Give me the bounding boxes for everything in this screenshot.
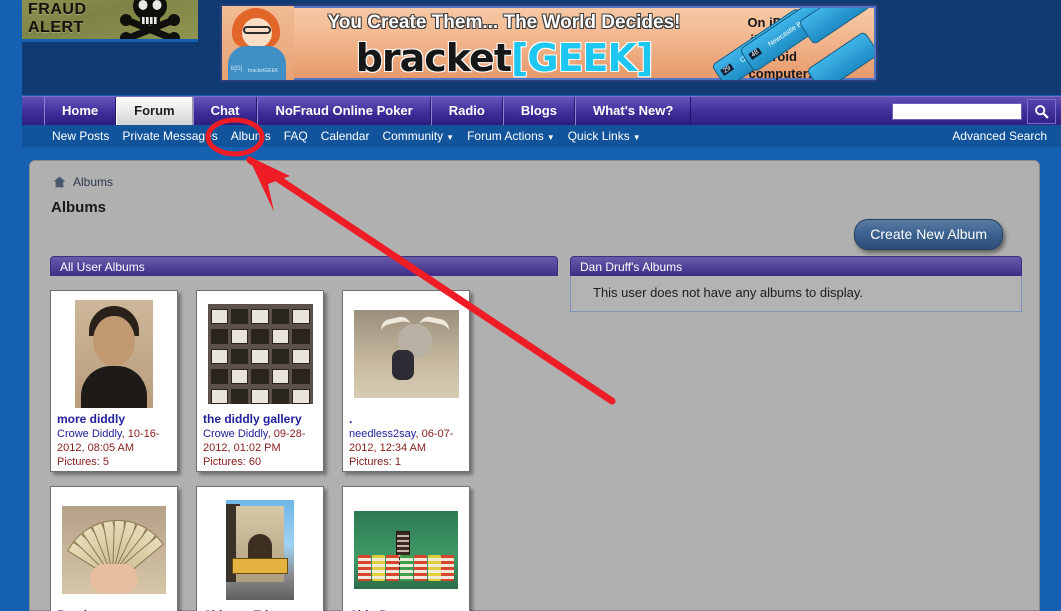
user-albums-panel: Dan Druff's Albums This user does not ha… (570, 256, 1022, 312)
album-title[interactable]: . (349, 412, 463, 426)
album-title[interactable]: the diddly gallery (203, 412, 317, 426)
banner-phone-graphics: 29Cerveza Tijuana 48Newcastle Brown Ale (704, 8, 874, 80)
chevron-down-icon: ▼ (446, 133, 455, 142)
theater-thumb-icon (226, 500, 294, 600)
album-owner[interactable]: Crowe Diddly (57, 428, 122, 440)
subnav-link-private-messages[interactable]: Private Messages (122, 129, 217, 143)
brand-close-bracket: ] (635, 36, 653, 80)
breadcrumb: Albums (53, 175, 113, 189)
nav-tab-blogs[interactable]: Blogs (502, 97, 575, 126)
album-thumbnail[interactable] (349, 299, 463, 409)
album-picture-count: Pictures: 1 (349, 456, 401, 468)
skull-crossbones-icon (120, 0, 180, 39)
money-thumb-icon (62, 506, 166, 594)
subnav-link-community[interactable]: Community ▼ (382, 129, 454, 143)
secondary-navigation: New Posts Private Messages Albums FAQ Ca… (0, 125, 1061, 147)
album-card[interactable]: . needless2say, 06-07-2012, 12:34 AM Pic… (342, 290, 470, 472)
user-albums-empty-message: This user does not have any albums to di… (570, 276, 1022, 312)
subnav-link-forum-actions[interactable]: Forum Actions ▼ (467, 129, 555, 143)
subnav-link-quick-links[interactable]: Quick Links ▼ (568, 129, 641, 143)
portrait-thumb-icon (75, 300, 153, 408)
album-title[interactable]: more diddly (57, 412, 171, 426)
subnav-forum-actions-label: Forum Actions (467, 129, 544, 143)
search-button[interactable] (1027, 99, 1056, 124)
brand-geek: GEEK (527, 36, 637, 80)
search-input[interactable] (892, 103, 1022, 120)
user-albums-heading: Dan Druff's Albums (570, 256, 1022, 276)
subnav-link-faq[interactable]: FAQ (284, 129, 308, 143)
all-user-albums-heading: All User Albums (50, 256, 558, 276)
chips-thumb-icon (354, 511, 458, 589)
nav-tab-forum[interactable]: Forum (116, 97, 193, 126)
left-page-margin (0, 0, 22, 611)
album-card[interactable]: more diddly Crowe Diddly, 10-16-2012, 08… (50, 290, 178, 472)
chevron-down-icon: ▼ (546, 133, 555, 142)
album-meta: needless2say, 06-07-2012, 12:34 AM (349, 428, 454, 454)
banner-tagline: You Create Them... The World Decides! (327, 12, 681, 33)
album-card[interactable]: Chip Porn PLOL, 03-06-2012, (342, 486, 470, 611)
advanced-search-link[interactable]: Advanced Search (952, 125, 1047, 147)
nav-tab-chat[interactable]: Chat (192, 97, 258, 126)
album-picture-count: Pictures: 5 (57, 456, 109, 468)
page-title: Albums (51, 199, 107, 216)
nav-tab-home[interactable]: Home (44, 97, 117, 126)
magnifier-icon (1035, 105, 1049, 119)
phone-number-0: 29 (720, 63, 734, 76)
create-new-album-button[interactable]: Create New Album (854, 219, 1003, 250)
site-logo-line2: ALERT (28, 19, 84, 36)
site-logo-text: FRAUD ALERT (28, 1, 87, 37)
album-card[interactable]: Chicago Trip (196, 486, 324, 611)
forum-page: FRAUD ALERT b[G] bracketGEEK You Create … (0, 0, 1061, 611)
album-thumbnail[interactable] (203, 495, 317, 605)
album-picture-count: Pictures: 60 (203, 456, 262, 468)
banner-brand-logo: bracket[GEEK] (314, 36, 694, 80)
album-card[interactable]: the diddly gallery Crowe Diddly, 09-28-2… (196, 290, 324, 472)
chevron-down-icon: ▼ (632, 133, 641, 142)
banner-mascot-illustration: b[G] bracketGEEK (222, 6, 294, 80)
mascot-shirt-tag-left: b[G] (231, 66, 243, 72)
subnav-quick-links-label: Quick Links (567, 129, 630, 143)
bull-thumb-icon (353, 310, 459, 398)
subnav-link-calendar[interactable]: Calendar (321, 129, 370, 143)
album-meta: Crowe Diddly, 10-16-2012, 08:05 AM (57, 428, 160, 454)
building-thumb-icon (207, 304, 313, 404)
all-user-albums-panel: All User Albums more diddly Crowe Diddly… (50, 256, 558, 611)
home-icon (53, 176, 66, 188)
subnav-link-new-posts[interactable]: New Posts (52, 129, 109, 143)
subnav-link-albums[interactable]: Albums (231, 129, 271, 143)
site-logo[interactable]: FRAUD ALERT (22, 0, 198, 42)
site-logo-line1: FRAUD (28, 1, 87, 18)
nav-tab-list: Home Forum Chat NoFraud Online Poker Rad… (44, 97, 692, 126)
brand-open-bracket: [ (511, 36, 528, 80)
album-owner[interactable]: Crowe Diddly (203, 428, 268, 440)
primary-navigation: Home Forum Chat NoFraud Online Poker Rad… (0, 96, 1061, 126)
nav-tab-radio[interactable]: Radio (430, 97, 503, 126)
album-owner[interactable]: needless2say (349, 428, 415, 440)
breadcrumb-label-albums[interactable]: Albums (73, 175, 113, 189)
all-user-albums-body: more diddly Crowe Diddly, 10-16-2012, 08… (50, 276, 558, 611)
album-card[interactable]: Random mtnDew, 04-06- (50, 486, 178, 611)
album-thumbnail[interactable] (57, 495, 171, 605)
advertisement-banner[interactable]: b[G] bracketGEEK You Create Them... The … (220, 4, 878, 82)
subnav-community-label: Community (382, 129, 444, 143)
album-meta: Crowe Diddly, 09-28-2012, 01:02 PM (203, 428, 306, 454)
phone-number-1: 48 (748, 47, 762, 60)
subnav-link-list: New Posts Private Messages Albums FAQ Ca… (52, 125, 641, 147)
album-thumbnail[interactable] (203, 299, 317, 409)
brand-word: bracket (355, 36, 512, 80)
mascot-shirt-tag-right: bracketGEEK (248, 68, 279, 74)
album-thumbnail[interactable] (57, 299, 171, 409)
album-grid: more diddly Crowe Diddly, 10-16-2012, 08… (50, 290, 558, 611)
nav-tab-nofraud-online-poker[interactable]: NoFraud Online Poker (257, 97, 431, 126)
header-search (892, 99, 1056, 124)
nav-tab-whats-new[interactable]: What's New? (574, 97, 692, 126)
album-thumbnail[interactable] (349, 495, 463, 605)
